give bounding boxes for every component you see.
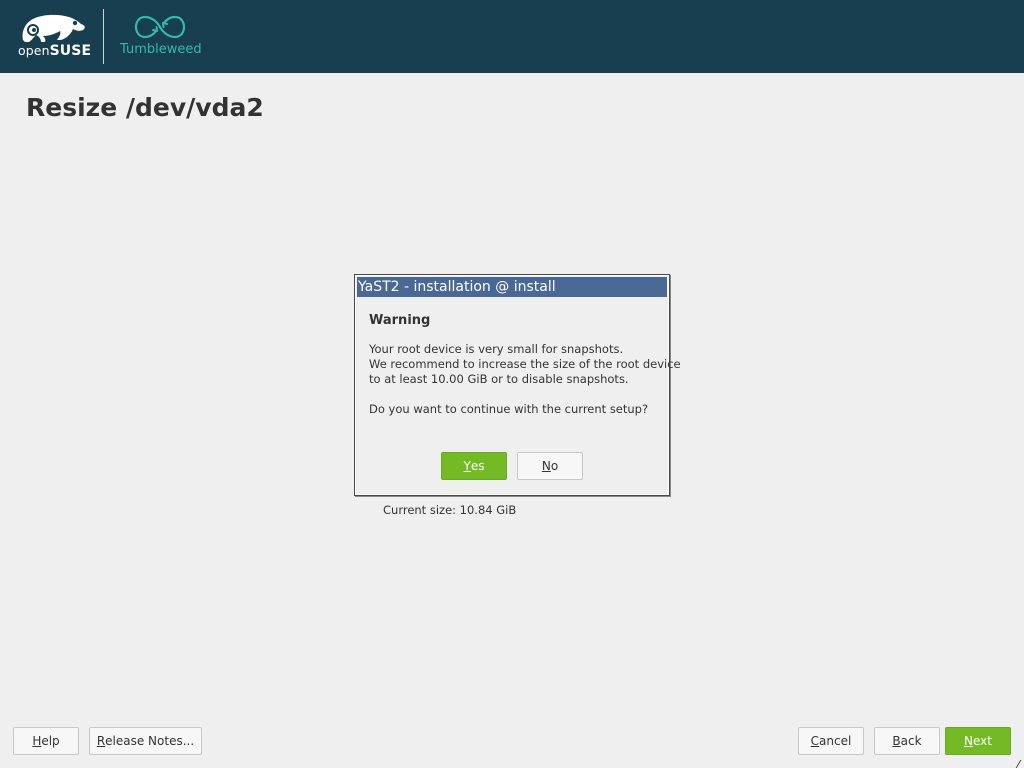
next-label: ext: [973, 734, 992, 748]
warning-dialog: YaST2 - installation @ install Warning Y…: [354, 274, 681, 496]
next-accelerator: N: [964, 734, 973, 748]
message-spacer: [369, 387, 669, 402]
back-accelerator: B: [892, 734, 901, 748]
yes-button[interactable]: Yes: [441, 452, 507, 480]
no-button[interactable]: No: [517, 452, 583, 480]
mouse-cursor-icon: [1015, 760, 1024, 768]
release-notes-accelerator: R: [96, 734, 106, 748]
dialog-heading: Warning: [369, 313, 431, 328]
distribution-name: Tumbleweed: [120, 42, 202, 57]
brand-suffix: SUSE: [49, 43, 92, 59]
no-label: o: [550, 459, 559, 473]
back-button[interactable]: Back: [874, 727, 940, 755]
brand-prefix: open: [18, 43, 50, 58]
next-button[interactable]: Next: [945, 727, 1011, 755]
header-bar: openSUSE Tumbleweed: [0, 0, 1024, 73]
cancel-label: ancel: [819, 734, 852, 748]
dialog-message: Your root device is very small for snaps…: [369, 342, 681, 417]
yes-label: es: [470, 459, 485, 473]
help-accelerator: H: [32, 734, 42, 748]
opensuse-chameleon-icon: [22, 14, 85, 42]
message-line: to at least 10.00 GiB or to disable snap…: [369, 372, 629, 386]
cancel-accelerator: C: [810, 734, 820, 748]
opensuse-wordmark: openSUSE: [18, 43, 91, 59]
help-button[interactable]: Help: [13, 727, 79, 755]
message-line: We recommend to increase the size of the…: [369, 357, 681, 371]
help-label: elp: [41, 734, 60, 748]
dialog-question: Do you want to continue with the current…: [369, 402, 649, 416]
back-label: ack: [900, 734, 922, 748]
current-size-label: Current size: 10.84 GiB: [383, 503, 517, 517]
tumbleweed-infinity-icon: [134, 15, 186, 39]
page-title: Resize /dev/vda2: [26, 93, 264, 122]
logo-divider: [103, 9, 104, 64]
dialog-titlebar[interactable]: YaST2 - installation @ install: [357, 277, 667, 297]
cancel-button[interactable]: Cancel: [798, 727, 864, 755]
no-accelerator: N: [541, 459, 551, 473]
message-line: Your root device is very small for snaps…: [369, 342, 624, 356]
release-notes-button[interactable]: Release Notes...: [89, 727, 202, 755]
tumbleweed-logo: Tumbleweed: [119, 14, 209, 62]
release-notes-label: elease Notes...: [105, 734, 195, 748]
yes-accelerator: Y: [463, 459, 471, 473]
opensuse-logo: openSUSE: [17, 14, 91, 59]
